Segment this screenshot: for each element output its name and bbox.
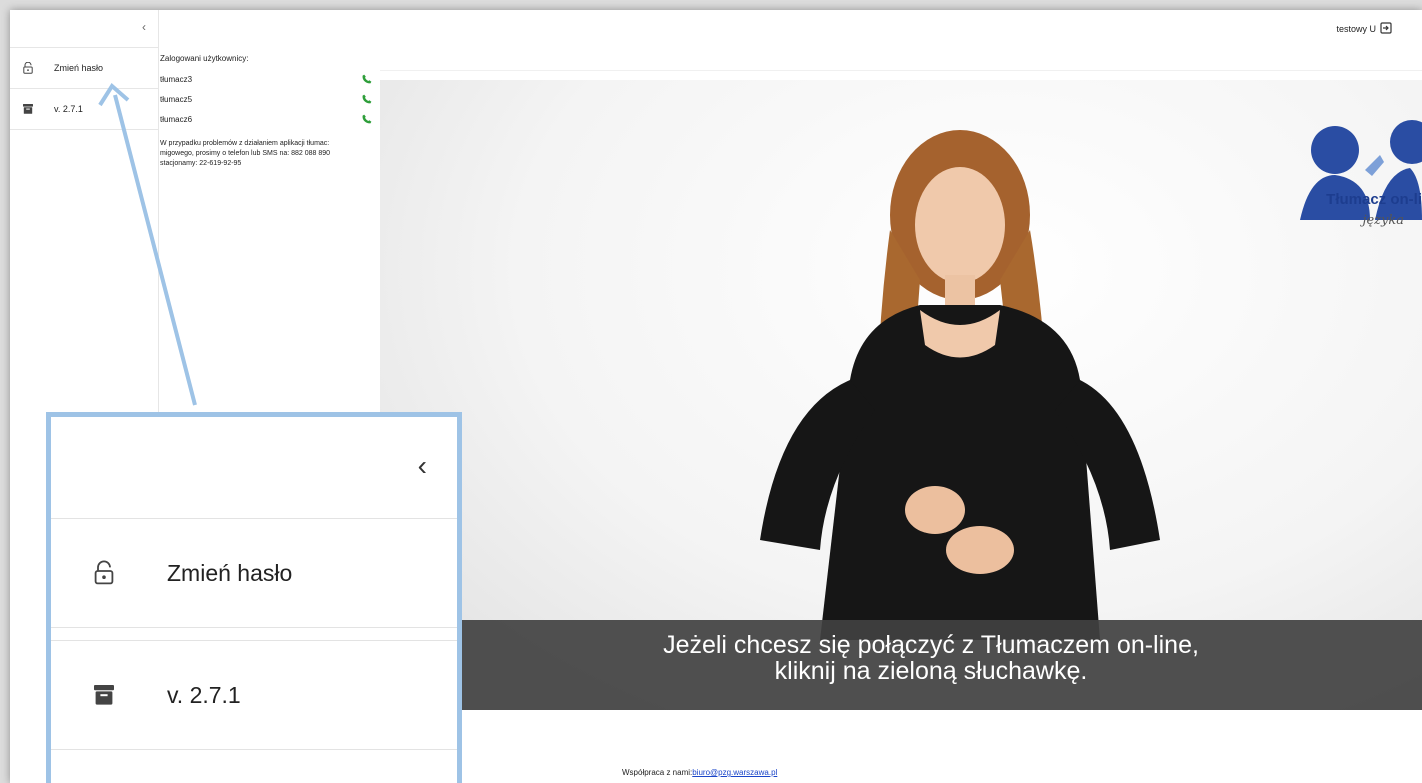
inset-header: ‹ xyxy=(51,417,457,519)
logo-subtitle: języka xyxy=(1362,213,1404,228)
username-label: testowy U xyxy=(1336,24,1376,34)
sidebar-item-change-password[interactable]: Zmień hasło xyxy=(51,519,457,628)
call-phone-icon[interactable] xyxy=(362,74,372,84)
footer: Współpraca z nami:biuro@pzg.warszawa.pl xyxy=(622,768,777,777)
lock-open-icon xyxy=(20,62,36,74)
subtitle-line: kliknij na zieloną słuchawkę. xyxy=(774,657,1088,685)
video-player[interactable]: Jeżeli chcesz się połączyć z Tłumaczem o… xyxy=(380,80,1422,710)
sidebar-item-label: Zmień hasło xyxy=(54,63,104,73)
logged-users-title: Zalogowani użytkownicy: xyxy=(160,54,249,63)
call-phone-icon[interactable] xyxy=(362,94,372,104)
call-phone-icon[interactable] xyxy=(362,114,372,124)
user-row: tłumacz3 xyxy=(160,69,372,89)
divider xyxy=(51,628,457,641)
support-info-line: W przypadku problemów z działaniem aplik… xyxy=(160,140,330,147)
video-subtitles: Jeżeli chcesz się połączyć z Tłumaczem o… xyxy=(440,620,1422,710)
sidebar-item-version[interactable]: v. 2.7.1 xyxy=(10,89,158,130)
sidebar-item-label: Zmień hasło xyxy=(167,559,293,586)
logged-users-panel: Zalogowani użytkownicy: tłumacz3 tłumacz… xyxy=(160,54,372,169)
support-info-line: stacjonamy: 22-619-92-95 xyxy=(160,160,242,167)
user-name: tłumacz5 xyxy=(160,94,193,104)
sidebar-item-label: v. 2.7.1 xyxy=(54,104,83,114)
collapse-sidebar-icon[interactable]: ‹ xyxy=(418,450,427,482)
window-frame: ‹ Zmień hasło v. 2.7.1 Zalogowani użytko… xyxy=(0,0,1422,783)
interpreter-figure xyxy=(760,120,1422,640)
support-info-line: migowego, prosimy o telefon lub SMS na: … xyxy=(160,150,331,157)
archive-icon xyxy=(20,104,36,114)
app-screen: ‹ Zmień hasło v. 2.7.1 Zalogowani użytko… xyxy=(10,10,1422,783)
logout-icon[interactable] xyxy=(1380,22,1392,34)
subtitle-line: Jeżeli chcesz się połączyć z Tłumaczem o… xyxy=(663,631,1199,659)
support-info: W przypadku problemów z działaniem aplik… xyxy=(160,139,378,169)
user-row: tłumacz6 xyxy=(160,109,372,129)
lock-open-icon xyxy=(89,560,119,586)
sidebar-item-label: v. 2.7.1 xyxy=(167,681,241,708)
logo-title: Tłumacz on-li xyxy=(1326,191,1422,208)
sidebar-item-change-password[interactable]: Zmień hasło xyxy=(10,48,158,89)
user-row: tłumacz5 xyxy=(160,89,372,109)
sidebar-zoom-inset: ‹ Zmień hasło v. 2.7.1 xyxy=(46,412,462,783)
footer-email-link[interactable]: biuro@pzg.warszawa.pl xyxy=(692,768,777,777)
sidebar-item-version[interactable]: v. 2.7.1 xyxy=(51,641,457,750)
footer-label: Współpraca z nami: xyxy=(622,768,693,777)
user-name: tłumacz6 xyxy=(160,114,193,124)
user-name: tłumacz3 xyxy=(160,74,193,84)
archive-icon xyxy=(89,685,119,705)
sidebar-header: ‹ xyxy=(10,10,158,48)
header-divider xyxy=(380,70,1422,71)
collapse-sidebar-icon[interactable]: ‹ xyxy=(142,20,146,34)
